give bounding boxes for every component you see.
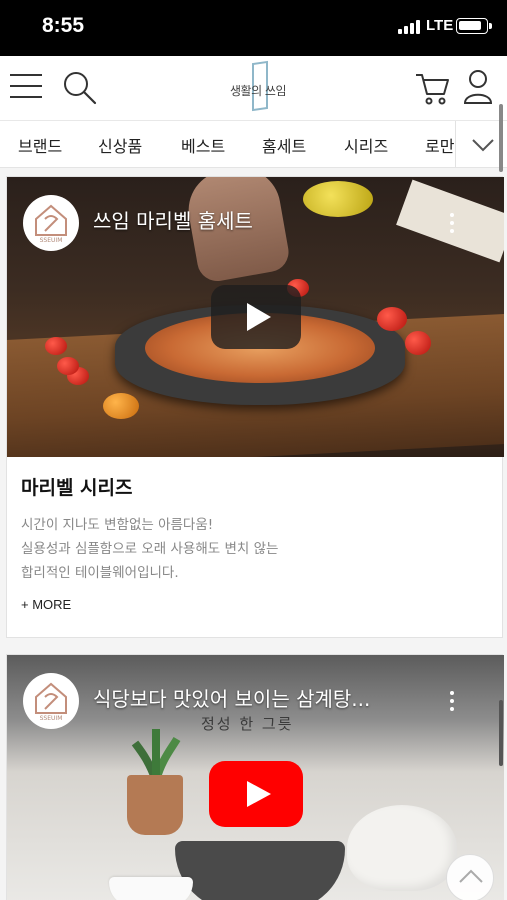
video-player[interactable]: SSEUIM 쓰임 마리벨 홈세트 xyxy=(7,177,504,457)
video-subtitle: 정성 한 그릇 xyxy=(201,715,294,733)
app-header: 생활의 쓰임 xyxy=(0,56,507,120)
tomato-image xyxy=(57,357,79,375)
chevron-down-icon xyxy=(472,139,494,152)
bowl-image xyxy=(175,841,345,900)
plant-image xyxy=(131,721,181,783)
battery-icon xyxy=(456,18,492,34)
category-brand[interactable]: 브랜드 xyxy=(18,133,62,157)
status-time: 8:55 xyxy=(42,14,85,37)
channel-avatar-text: SSEUIM xyxy=(39,715,63,722)
channel-logo-icon xyxy=(35,204,67,236)
card-title[interactable]: 마리벨 시리즈 xyxy=(21,473,133,500)
chevron-up-icon xyxy=(459,869,483,883)
play-button[interactable] xyxy=(211,285,301,349)
card-description-line: 시간이 지나도 변함없는 아름다움! xyxy=(21,517,214,533)
scroll-to-top-button[interactable] xyxy=(446,854,494,900)
category-nav: 브랜드 신상품 베스트 홈세트 시리즈 로만 xyxy=(0,120,507,168)
tomato-image xyxy=(45,337,67,355)
tomato-image xyxy=(377,307,407,331)
channel-avatar-text: SSEUIM xyxy=(39,237,63,244)
card-description-line: 실용성과 심플함으로 오래 사용해도 변치 않는 xyxy=(21,541,279,557)
channel-avatar[interactable]: SSEUIM xyxy=(23,673,79,729)
channel-logo-icon xyxy=(35,682,67,714)
tomato-image xyxy=(405,331,431,355)
cart-icon[interactable] xyxy=(414,70,450,106)
teapot-image xyxy=(347,805,457,891)
category-best[interactable]: 베스트 xyxy=(181,133,225,157)
category-series[interactable]: 시리즈 xyxy=(344,133,388,157)
category-homeset[interactable]: 홈세트 xyxy=(262,133,306,157)
signal-icon xyxy=(398,20,422,34)
tomato-image xyxy=(103,393,139,419)
more-options-icon[interactable] xyxy=(443,689,461,713)
plant-pot-image xyxy=(127,775,183,835)
small-bowl-image xyxy=(109,877,193,900)
product-card: SSEUIM 쓰임 마리벨 홈세트 마리벨 시리즈 시간이 지나도 변함없는 아… xyxy=(6,176,504,638)
user-icon[interactable] xyxy=(462,68,494,106)
video-title[interactable]: 쓰임 마리벨 홈세트 xyxy=(93,205,253,234)
network-label: LTE xyxy=(426,17,454,34)
status-bar: 8:55 LTE xyxy=(0,0,507,56)
category-new[interactable]: 신상품 xyxy=(98,133,142,157)
card-info: 마리벨 시리즈 시간이 지나도 변함없는 아름다움! 실용성과 심플함으로 오래… xyxy=(7,457,504,637)
video-player[interactable]: 정성 한 그릇 SSEUIM 식당보다 맛있어 보이는 삼계탕... xyxy=(7,655,504,900)
video-title[interactable]: 식당보다 맛있어 보이는 삼계탕... xyxy=(93,683,370,712)
search-icon[interactable] xyxy=(62,70,98,106)
youtube-play-button[interactable] xyxy=(209,761,303,827)
product-card: 정성 한 그릇 SSEUIM 식당보다 맛있어 보이는 삼계탕... xyxy=(6,654,504,900)
channel-avatar[interactable]: SSEUIM xyxy=(23,195,79,251)
lemon-image xyxy=(303,181,373,217)
logo-text: 생활의 쓰임 xyxy=(229,84,287,98)
brand-logo[interactable]: 생활의 쓰임 xyxy=(222,60,294,114)
menu-icon[interactable] xyxy=(10,72,42,100)
video-scrollbar[interactable] xyxy=(499,700,503,766)
card-description-line: 합리적인 테이블웨어입니다. xyxy=(21,565,179,581)
more-options-icon[interactable] xyxy=(443,211,461,235)
page-scrollbar[interactable] xyxy=(499,104,503,172)
more-link[interactable]: + MORE xyxy=(21,597,71,612)
category-roman[interactable]: 로만 xyxy=(425,133,454,157)
